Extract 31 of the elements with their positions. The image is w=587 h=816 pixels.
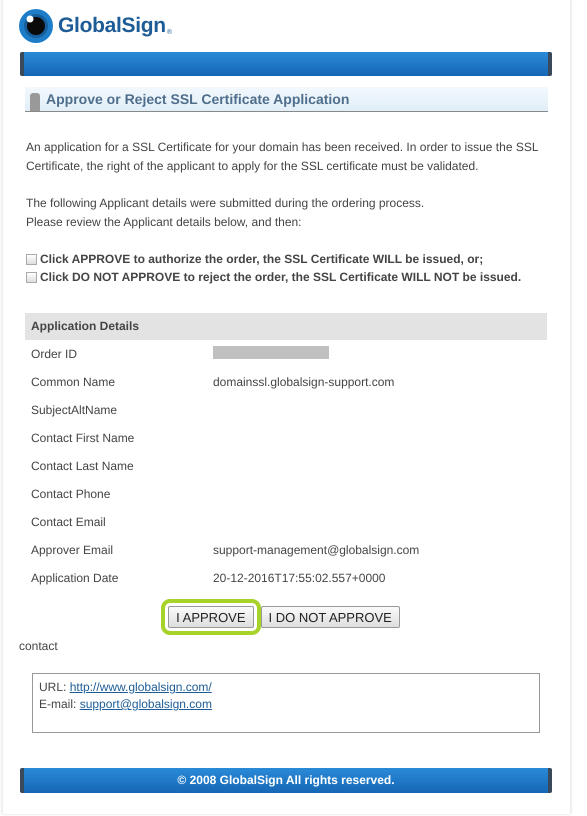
checkbox-icon xyxy=(26,272,37,282)
intro-text: Please review the Applicant details below, and then: xyxy=(26,215,302,229)
field-label: SubjectAltName xyxy=(31,403,118,417)
field-label: Order ID xyxy=(31,347,78,361)
footer-bar: © 2008 GlobalSign All rights reserved. xyxy=(20,768,552,793)
field-label: Contact Email xyxy=(31,515,107,529)
field-label: Application Date xyxy=(31,571,120,585)
intro-text: The following Applicant details were submitted during the ordering process. xyxy=(26,196,424,210)
contact-link[interactable]: http://www.globalsign.com/ xyxy=(70,680,212,694)
tab-icon xyxy=(30,93,40,111)
contact-heading: contact xyxy=(19,639,59,653)
intro-text: An application for a SSL Certificate for your domain has been received. In order to issue the SSL Certificate, the right of the applicant to apply for the SSL certificate must be validated. xyxy=(26,140,538,173)
field-label: Contact Phone xyxy=(31,487,112,501)
field-value: support-management@globalsign.com xyxy=(213,543,420,557)
eye-logo-icon xyxy=(18,8,54,44)
contact-link[interactable]: support@globalsign.com xyxy=(80,697,212,711)
field-label: Common Name xyxy=(31,375,116,389)
field-label: Contact First Name xyxy=(31,431,136,445)
field-value: domainssl.globalsign-support.com xyxy=(213,375,394,389)
field-label: Contact Last Name xyxy=(31,459,135,473)
approval-button[interactable]: I DO NOT APPROVE xyxy=(260,606,400,628)
section-title: Approve or Reject SSL Certificate Application xyxy=(46,91,350,107)
contact-label: E-mail: xyxy=(39,697,76,711)
instruction-text: Click DO NOT APPROVE to reject the order, the SSL Certificate WILL NOT be issued. xyxy=(40,269,522,286)
field-value: 20-12-2016T17:55:02.557+0000 xyxy=(213,571,386,585)
checkbox-icon xyxy=(26,254,37,264)
contact-label: URL: xyxy=(39,680,66,694)
logo-text: GlobalSign xyxy=(58,14,166,38)
field-label: Approver Email xyxy=(31,543,114,557)
instruction-text: Click APPROVE to authorize the order, the SSL Certificate WILL be issued, or; xyxy=(40,251,484,268)
details-header: Application Details xyxy=(25,313,547,340)
